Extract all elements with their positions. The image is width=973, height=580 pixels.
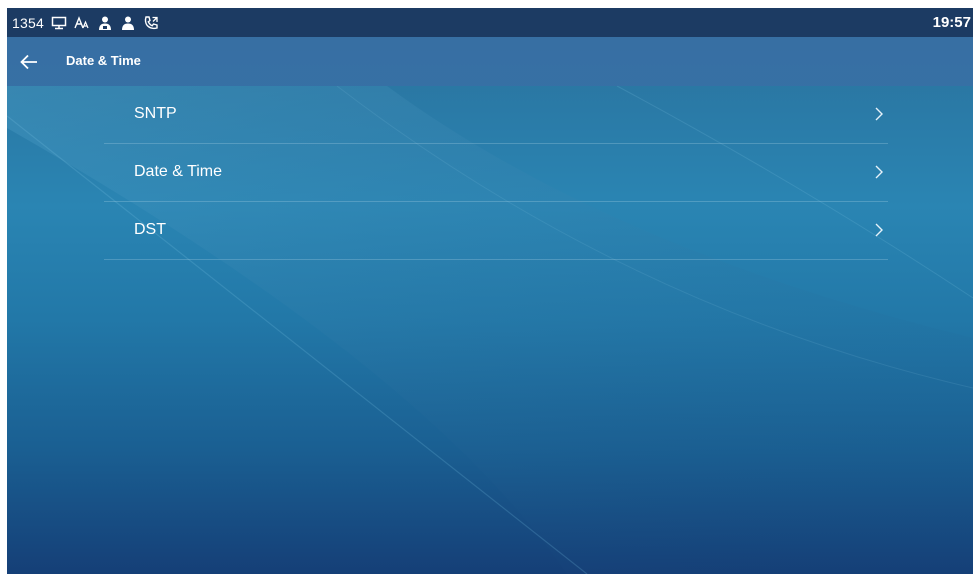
user-group-icon [97,15,113,31]
account-number: 1354 [12,14,44,31]
back-button[interactable] [17,49,43,75]
computer-icon [51,15,67,31]
menu-item-label: SNTP [134,105,177,122]
phone-screen: 1354 19:57 Date & Time SNTP Date & Time … [7,8,973,574]
font-icon [74,15,90,31]
status-left-group: 1354 [12,8,159,37]
user-icon [120,15,136,31]
page-title: Date & Time [66,53,141,68]
menu-item-dst[interactable]: DST [104,202,888,260]
menu-item-date-time[interactable]: Date & Time [104,144,888,202]
chevron-right-icon [875,165,883,179]
status-bar: 1354 19:57 [7,8,973,37]
chevron-right-icon [875,107,883,121]
arrow-left-icon [20,54,37,70]
menu-item-sntp[interactable]: SNTP [104,86,888,144]
clock: 19:57 [932,14,971,31]
settings-menu-list: SNTP Date & Time DST [104,86,888,260]
call-forward-icon [143,15,159,31]
title-bar: Date & Time [7,37,973,86]
chevron-right-icon [875,223,883,237]
menu-item-label: DST [134,221,166,238]
menu-item-label: Date & Time [134,163,223,180]
